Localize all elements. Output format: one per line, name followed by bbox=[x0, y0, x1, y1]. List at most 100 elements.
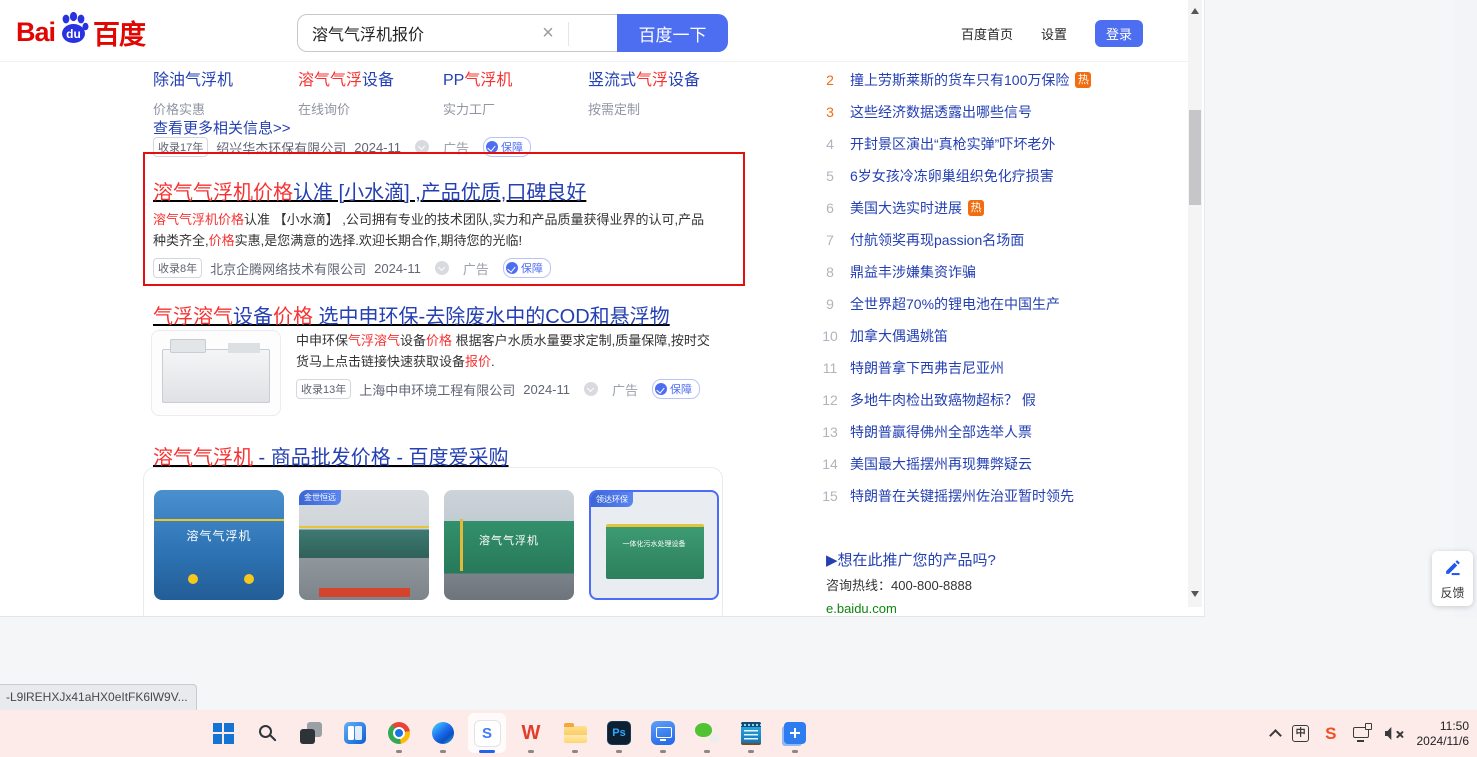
hot-search-link[interactable]: 撞上劳斯莱斯的货车只有100万保险 bbox=[850, 70, 1069, 90]
result2-title-link[interactable]: 气浮溶气设备价格 选中申环保-去除废水中的COD和悬浮物 bbox=[153, 300, 670, 329]
related-link-title[interactable]: 溶气气浮设备 bbox=[298, 66, 443, 90]
result-dropdown-icon[interactable] bbox=[434, 261, 449, 275]
product-images-row: 溶气气浮机 金世恒远 溶气气浮机 领达环保 一体化污水处理设备 bbox=[154, 490, 719, 600]
network-icon[interactable] bbox=[1352, 723, 1372, 742]
sogou-glyph: S bbox=[481, 724, 492, 742]
taskbar-clock[interactable]: 11:50 2024/11/6 bbox=[1417, 719, 1470, 749]
hot-search-item: 11 特朗普拿下西弗吉尼亚州 热 bbox=[818, 352, 1118, 384]
result-dropdown-icon[interactable] bbox=[415, 140, 430, 154]
chrome-taskbar-button[interactable] bbox=[380, 713, 418, 753]
hot-search-link[interactable]: 多地牛肉检出致癌物超标？ 假 bbox=[850, 390, 1036, 410]
volume-muted-icon[interactable] bbox=[1384, 727, 1405, 741]
guarantee-badge: 保障 bbox=[652, 379, 701, 399]
scroll-up-arrow-icon[interactable] bbox=[1191, 4, 1199, 14]
photoshop-taskbar-button[interactable]: Ps bbox=[600, 713, 638, 753]
hot-search-link[interactable]: 美国大选实时进展 bbox=[850, 198, 962, 218]
nav-settings[interactable]: 设置 bbox=[1041, 24, 1067, 43]
baidu-paw-icon: du bbox=[56, 10, 92, 51]
photoshop-icon: Ps bbox=[607, 721, 631, 745]
hot-badge: 热 bbox=[968, 200, 984, 216]
scrollbar-thumb[interactable] bbox=[1189, 110, 1201, 205]
hot-search-link[interactable]: 鼎益丰涉嫌集资诈骗 bbox=[850, 262, 976, 282]
hot-rank: 13 bbox=[822, 424, 838, 440]
result3-products-card: 溶气气浮机 金世恒远 溶气气浮机 领达环保 一体化污水处理设备 bbox=[143, 467, 723, 616]
product-image-1[interactable]: 溶气气浮机 bbox=[154, 490, 284, 600]
related-link-column: 除油气浮机 价格实惠 bbox=[153, 66, 298, 118]
sogou-tray-icon[interactable]: S bbox=[1325, 724, 1336, 744]
baidu-logo[interactable]: Bai du 百度 bbox=[16, 10, 146, 53]
hot-search-link[interactable]: 美国最大摇摆州再现舞弊疑云 bbox=[850, 454, 1032, 474]
widgets-icon bbox=[344, 722, 366, 744]
result2-description: 中申环保气浮溶气设备价格 根据客户水质水量要求定制,质量保障,按时交货马上点击链… bbox=[296, 333, 710, 369]
speaker-icon bbox=[1384, 727, 1392, 740]
hot-search-link[interactable]: 6岁女孩冷冻卵巢组织免化疗损害 bbox=[850, 166, 1054, 186]
hot-search-link[interactable]: 全世界超70%的锂电池在中国生产 bbox=[850, 294, 1060, 314]
hot-search-link[interactable]: 特朗普赢得佛州全部选举人票 bbox=[850, 422, 1032, 442]
hot-search-link[interactable]: 加拿大偶遇姚笛 bbox=[850, 326, 948, 346]
ad-label: 广告 bbox=[612, 382, 639, 398]
product-image-3[interactable]: 溶气气浮机 bbox=[444, 490, 574, 600]
hot-search-item: 3 这些经济数据透露出哪些信号 热 bbox=[818, 96, 1118, 128]
related-link-subtitle: 实力工厂 bbox=[443, 102, 496, 117]
result-dropdown-icon[interactable] bbox=[584, 382, 599, 396]
file-explorer-button[interactable] bbox=[556, 713, 594, 753]
wps-taskbar-button[interactable]: W bbox=[512, 713, 550, 753]
hot-search-link[interactable]: 特朗普拿下西弗吉尼亚州 bbox=[850, 358, 1004, 378]
wps-icon: W bbox=[521, 721, 541, 744]
hot-search-item: 12 多地牛肉检出致癌物超标？ 假 热 bbox=[818, 384, 1118, 416]
index-age-badge: 收录8年 bbox=[153, 258, 203, 278]
baidu-search-button[interactable]: 百度一下 bbox=[617, 14, 728, 52]
system-tray: 中 S 11:50 2024/11/6 bbox=[1269, 710, 1470, 757]
product-image-2[interactable]: 金世恒远 bbox=[299, 490, 429, 600]
index-age-badge: 收录13年 bbox=[296, 379, 352, 399]
related-link-title[interactable]: PP气浮机 bbox=[443, 66, 588, 90]
hot-search-item: 9 全世界超70%的锂电池在中国生产 热 bbox=[818, 288, 1118, 320]
ime-indicator[interactable]: 中 bbox=[1292, 725, 1310, 742]
result-meta-r2: 收录13年 上海中申环境工程有限公司 2024-11 广告 保障 bbox=[296, 379, 719, 399]
result3-title-link[interactable]: 溶气气浮机 - 商品批发价格 - 百度爱采购 bbox=[153, 441, 509, 470]
feedback-button[interactable]: 反馈 bbox=[1432, 551, 1473, 606]
promote-product-link[interactable]: ▶想在此推广您的产品吗? bbox=[826, 549, 996, 570]
nav-baidu-home[interactable]: 百度首页 bbox=[961, 24, 1013, 43]
result1-title-link[interactable]: 溶气气浮机价格认准 [小水滴] ,产品优质,口碑良好 bbox=[153, 176, 586, 205]
chrome-icon bbox=[388, 722, 410, 744]
product-image-4[interactable]: 领达环保 一体化污水处理设备 bbox=[589, 490, 719, 600]
hot-search-link[interactable]: 开封景区演出“真枪实弹”吓坏老外 bbox=[850, 134, 1055, 154]
taskbar-search-button[interactable] bbox=[248, 713, 286, 753]
company-name: 上海中申环境工程有限公司 bbox=[359, 382, 516, 398]
edge-taskbar-button[interactable] bbox=[424, 713, 462, 753]
scroll-down-arrow-icon[interactable] bbox=[1191, 591, 1199, 601]
hidden-icons-button[interactable] bbox=[1269, 727, 1292, 742]
hot-search-link[interactable]: 付航领奖再现passion名场面 bbox=[850, 230, 1024, 250]
tray-date: 2024/11/6 bbox=[1416, 733, 1470, 748]
related-link-title[interactable]: 竖流式气浮设备 bbox=[588, 66, 733, 90]
product-image-badge: 金世恒远 bbox=[299, 490, 341, 505]
page-scrollbar[interactable] bbox=[1188, 0, 1202, 607]
hot-search-item: 4 开封景区演出“真枪实弹”吓坏老外 热 bbox=[818, 128, 1118, 160]
hot-search-link[interactable]: 这些经济数据透露出哪些信号 bbox=[850, 102, 1032, 122]
logo-text-cn: 百度 bbox=[93, 20, 146, 50]
promo-url-link[interactable]: e.baidu.com bbox=[826, 601, 897, 616]
notepad-icon bbox=[741, 721, 761, 745]
hot-rank: 4 bbox=[826, 136, 834, 152]
wechat-taskbar-button[interactable] bbox=[688, 713, 726, 753]
product-image-label: 溶气气浮机 bbox=[186, 529, 252, 544]
start-button[interactable] bbox=[204, 713, 242, 753]
search-input[interactable] bbox=[298, 15, 617, 51]
new-window-app-button[interactable] bbox=[776, 713, 814, 753]
result2-thumbnail[interactable] bbox=[151, 330, 281, 416]
clear-search-icon[interactable]: × bbox=[537, 22, 559, 44]
task-view-button[interactable] bbox=[292, 713, 330, 753]
index-age-badge: 收录17年 bbox=[153, 137, 209, 157]
related-link-subtitle: 在线询价 bbox=[298, 102, 351, 117]
hot-rank: 7 bbox=[826, 232, 834, 248]
pc-manager-taskbar-button[interactable] bbox=[644, 713, 682, 753]
hot-rank: 11 bbox=[822, 360, 838, 376]
sogou-browser-taskbar-button[interactable]: S bbox=[468, 713, 506, 753]
hot-search-link[interactable]: 特朗普在关键摇摆州佐治亚暂时领先 bbox=[850, 486, 1074, 506]
related-link-title[interactable]: 除油气浮机 bbox=[153, 66, 298, 90]
more-related-link[interactable]: 查看更多相关信息>> bbox=[153, 117, 291, 138]
widgets-button[interactable] bbox=[336, 713, 374, 753]
login-button[interactable]: 登录 bbox=[1095, 20, 1143, 47]
notepad-taskbar-button[interactable] bbox=[732, 713, 770, 753]
